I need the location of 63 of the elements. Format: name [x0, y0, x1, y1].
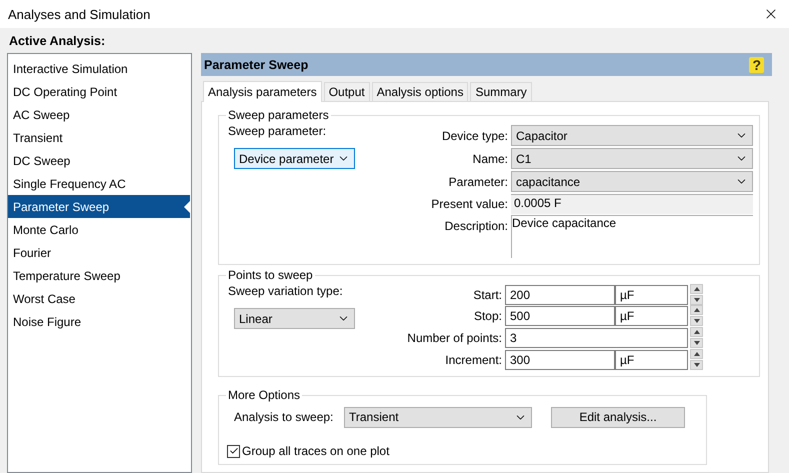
- checkbox-label[interactable]: Group all traces on one plot: [242, 444, 390, 458]
- spin-down-button[interactable]: [690, 338, 703, 348]
- edit-analysis-button[interactable]: Edit analysis...: [551, 406, 685, 428]
- input-field[interactable]: 500: [505, 306, 615, 326]
- dropdown[interactable]: Linear: [234, 308, 355, 329]
- window-title: Analyses and Simulation: [8, 6, 150, 22]
- tab[interactable]: Summary: [470, 82, 532, 102]
- input-field[interactable]: 300: [505, 350, 615, 370]
- field-label: Device type:: [440, 128, 508, 142]
- list-item[interactable]: Transient: [8, 126, 190, 149]
- list-item[interactable]: DC Operating Point: [8, 80, 190, 103]
- field-label: Analysis to sweep:: [234, 410, 334, 424]
- field-label: Sweep parameter:: [228, 124, 328, 138]
- field-label: Stop:: [472, 308, 502, 322]
- tab[interactable]: Output: [324, 82, 370, 102]
- input-field[interactable]: 200: [505, 284, 615, 304]
- unit-field[interactable]: µF: [615, 284, 688, 304]
- group-title: More Options: [227, 388, 302, 402]
- field-label: Start:: [472, 288, 502, 302]
- list-item[interactable]: AC Sweep: [8, 103, 190, 126]
- group-title: Sweep parameters: [227, 108, 330, 122]
- input-field[interactable]: 3: [505, 328, 688, 348]
- description-field[interactable]: Device capacitance: [511, 215, 753, 258]
- field-label: Increment:: [444, 352, 502, 366]
- present-value-field: 0.0005 F: [511, 194, 753, 214]
- panel-title: Parameter Sweep: [204, 58, 308, 72]
- description-text: Device capacitance: [512, 216, 616, 230]
- spin-up-button[interactable]: [690, 349, 703, 359]
- list-item[interactable]: Interactive Simulation: [8, 57, 190, 80]
- spin-down-button[interactable]: [690, 316, 703, 326]
- spin-down-button[interactable]: [690, 295, 703, 305]
- list-item[interactable]: DC Sweep: [8, 149, 190, 172]
- field-label: Parameter:: [448, 174, 508, 188]
- dropdown[interactable]: Device parameter: [234, 148, 355, 169]
- dropdown[interactable]: Capacitor: [511, 125, 753, 146]
- field-label: Sweep variation type:: [228, 284, 344, 298]
- field-label: Description:: [444, 218, 508, 233]
- list-item[interactable]: Single Frequency AC: [8, 172, 190, 195]
- field-label: Number of points:: [406, 330, 502, 344]
- list-item[interactable]: Fourier: [8, 241, 190, 264]
- group-title: Points to sweep: [227, 268, 314, 282]
- tab[interactable]: Analysis parameters: [203, 81, 322, 102]
- tab[interactable]: Analysis options: [372, 82, 468, 102]
- spin-up-button[interactable]: [690, 327, 703, 337]
- dropdown[interactable]: C1: [511, 148, 753, 169]
- list-item[interactable]: Monte Carlo: [8, 218, 190, 241]
- spin-up-button[interactable]: [690, 305, 703, 315]
- dropdown[interactable]: Transient: [344, 406, 532, 428]
- field-label: Present value:: [430, 197, 508, 211]
- dropdown[interactable]: capacitance: [511, 171, 753, 192]
- unit-field[interactable]: µF: [615, 350, 688, 370]
- field-label: Name:: [472, 152, 508, 166]
- list-item[interactable]: Parameter Sweep: [8, 195, 190, 218]
- check-icon: [228, 446, 238, 456]
- list-item[interactable]: Worst Case: [8, 287, 190, 310]
- list-item[interactable]: Noise Figure: [8, 310, 190, 333]
- checkbox[interactable]: [227, 444, 240, 458]
- spin-up-button[interactable]: [690, 284, 703, 294]
- sidebar-heading: Active Analysis:: [8, 33, 106, 50]
- help-button[interactable]: ?: [749, 56, 764, 72]
- unit-field[interactable]: µF: [615, 306, 688, 326]
- spin-down-button[interactable]: [690, 360, 703, 370]
- list-item[interactable]: Temperature Sweep: [8, 264, 190, 287]
